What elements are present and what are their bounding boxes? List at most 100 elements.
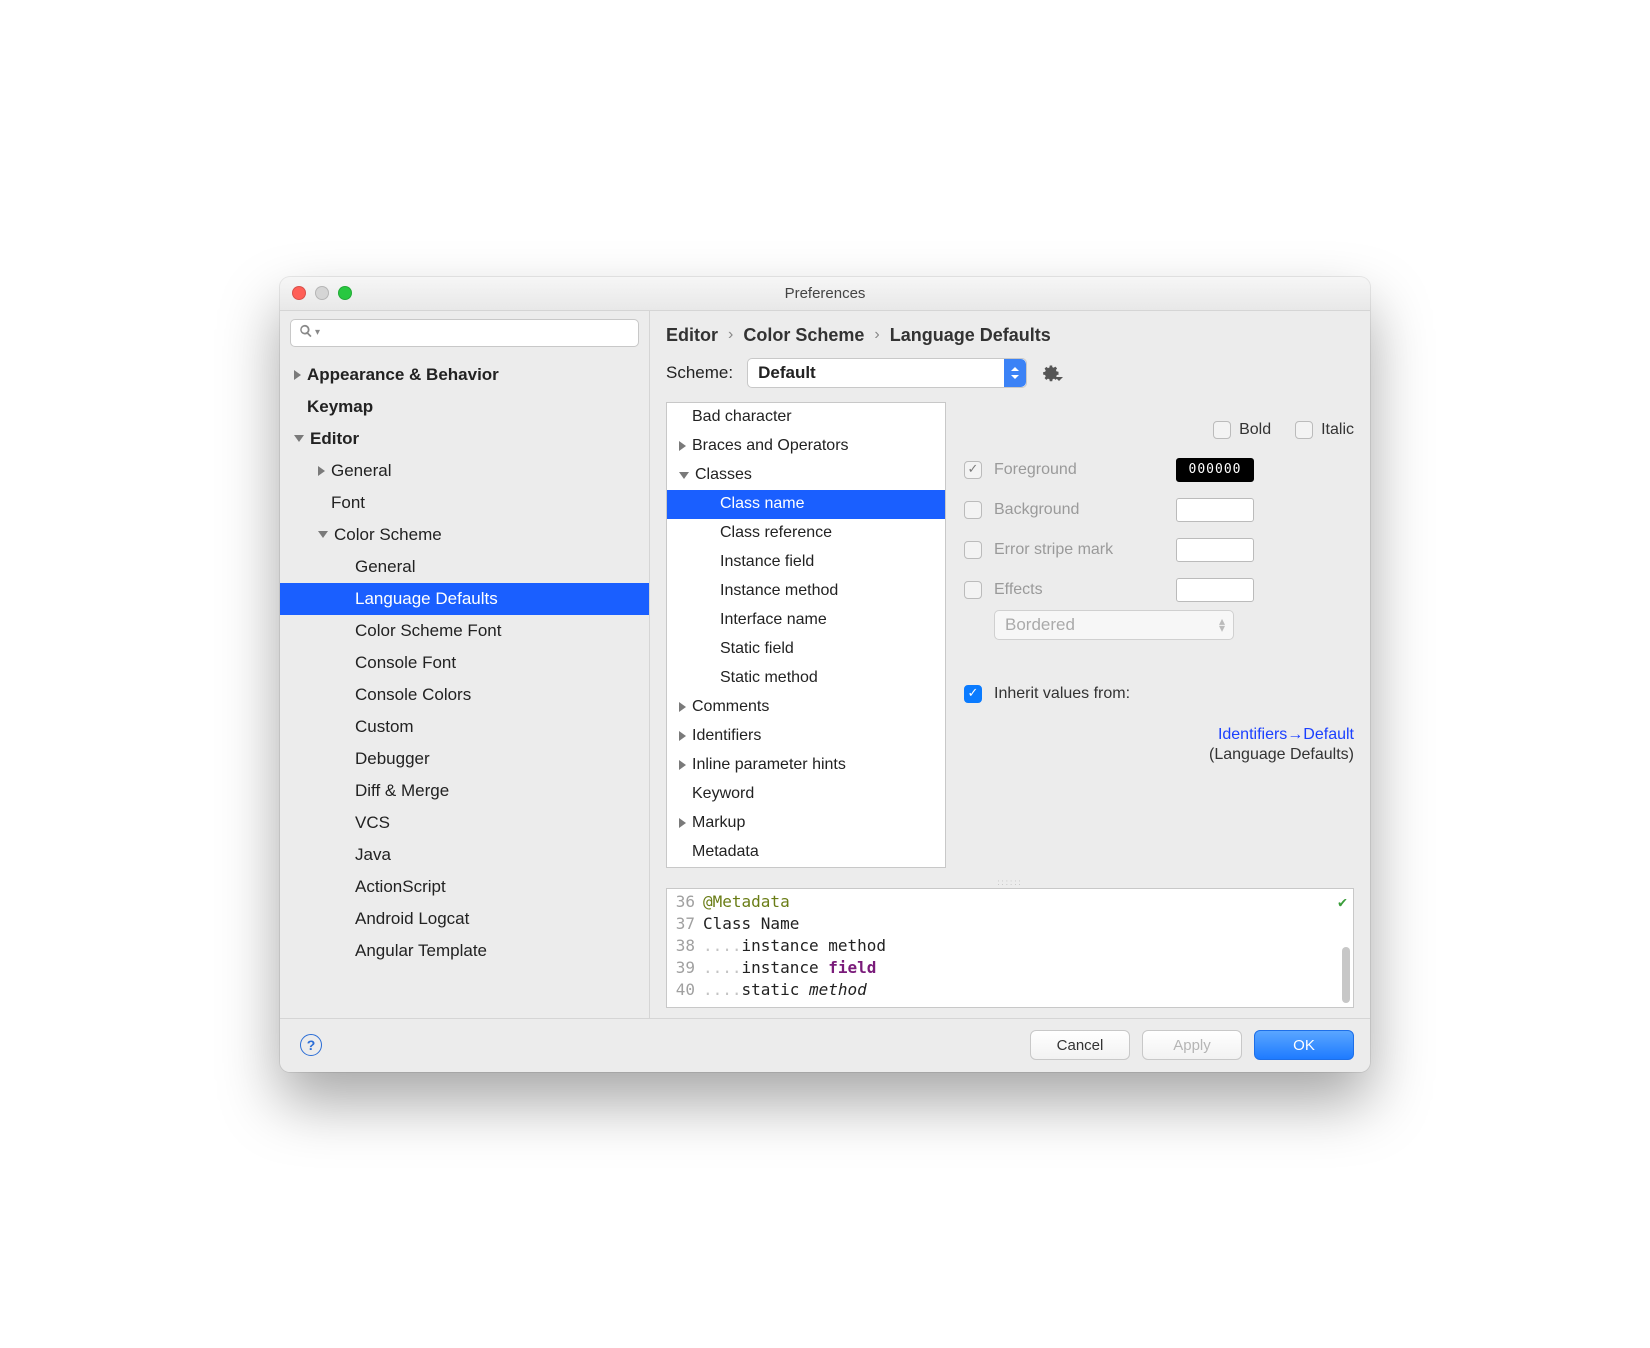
sidebar-item[interactable]: Color Scheme	[280, 519, 649, 551]
sidebar-item-label: Debugger	[355, 749, 430, 769]
disclosure-triangle-icon[interactable]	[294, 370, 301, 380]
disclosure-triangle-icon[interactable]	[294, 435, 304, 442]
attribute-item[interactable]: Braces and Operators	[667, 432, 945, 461]
sidebar-item[interactable]: Editor	[280, 423, 649, 455]
sidebar-item[interactable]: VCS	[280, 807, 649, 839]
sidebar-item[interactable]: Console Colors	[280, 679, 649, 711]
effects-label: Effects	[994, 581, 1164, 599]
search-field[interactable]	[324, 324, 630, 342]
foreground-checkbox[interactable]	[964, 461, 982, 479]
chevron-down-icon[interactable]: ▾	[315, 327, 320, 338]
disclosure-triangle-icon[interactable]	[679, 760, 686, 770]
attribute-item[interactable]: Instance method	[667, 577, 945, 606]
search-input[interactable]: ▾	[290, 319, 639, 347]
background-label: Background	[994, 501, 1164, 519]
bold-checkbox[interactable]	[1213, 421, 1231, 439]
sidebar-item-label: Java	[355, 845, 391, 865]
attribute-item[interactable]: Markup	[667, 809, 945, 838]
attribute-item-label: Static method	[720, 669, 818, 687]
sidebar-item[interactable]: Debugger	[280, 743, 649, 775]
attribute-item[interactable]: Class reference	[667, 519, 945, 548]
sidebar-item-label: Color Scheme Font	[355, 621, 501, 641]
scrollbar-thumb[interactable]	[1342, 947, 1350, 1003]
breadcrumb-part[interactable]: Color Scheme	[743, 325, 864, 346]
inherit-checkbox[interactable]	[964, 685, 982, 703]
chevron-down-icon	[1055, 377, 1063, 385]
sidebar-item[interactable]: Keymap	[280, 391, 649, 423]
background-checkbox[interactable]	[964, 501, 982, 519]
sidebar-item[interactable]: Angular Template	[280, 935, 649, 967]
inherit-sub: (Language Defaults)	[1209, 746, 1354, 763]
dropdown-stepper-icon[interactable]	[1004, 359, 1026, 387]
attribute-item[interactable]: Static method	[667, 664, 945, 693]
attribute-item[interactable]: Comments	[667, 693, 945, 722]
effects-checkbox[interactable]	[964, 581, 982, 599]
effects-type-select[interactable]: Bordered ▴▾	[994, 610, 1234, 640]
attribute-item[interactable]: Metadata	[667, 838, 945, 867]
inspection-ok-icon[interactable]: ✔	[1338, 893, 1347, 911]
disclosure-triangle-icon[interactable]	[679, 441, 686, 451]
disclosure-triangle-icon[interactable]	[679, 472, 689, 479]
sidebar-item[interactable]: Font	[280, 487, 649, 519]
scheme-label: Scheme:	[666, 363, 733, 383]
preview-editor[interactable]: 3637383940 @Metadata Class Name ....inst…	[666, 888, 1354, 1008]
italic-checkbox[interactable]	[1295, 421, 1313, 439]
sidebar-item[interactable]: Appearance & Behavior	[280, 359, 649, 391]
attribute-item-label: Static field	[720, 640, 794, 658]
disclosure-triangle-icon[interactable]	[679, 702, 686, 712]
sidebar-item[interactable]: Diff & Merge	[280, 775, 649, 807]
sidebar-item[interactable]: General	[280, 551, 649, 583]
attribute-tree[interactable]: Bad characterBraces and OperatorsClasses…	[666, 402, 946, 868]
zoom-icon[interactable]	[338, 286, 352, 300]
attribute-item[interactable]: Classes	[667, 461, 945, 490]
error-stripe-swatch[interactable]	[1176, 538, 1254, 562]
sidebar-item[interactable]: General	[280, 455, 649, 487]
foreground-swatch[interactable]: 000000	[1176, 458, 1254, 482]
preview-code: @Metadata Class Name ....instance method…	[701, 889, 886, 1007]
bold-label: Bold	[1239, 421, 1271, 439]
attribute-item[interactable]: Keyword	[667, 780, 945, 809]
attribute-item[interactable]: Bad character	[667, 403, 945, 432]
titlebar: Preferences	[280, 277, 1370, 311]
breadcrumb-part[interactable]: Editor	[666, 325, 718, 346]
disclosure-triangle-icon[interactable]	[318, 466, 325, 476]
settings-tree[interactable]: Appearance & BehaviorKeymapEditorGeneral…	[280, 355, 649, 1018]
splitter-handle[interactable]: ::::::	[650, 878, 1370, 888]
effects-type-selected: Bordered	[1005, 615, 1075, 635]
inherit-link[interactable]: Identifiers→Default	[1218, 726, 1354, 743]
effects-swatch[interactable]	[1176, 578, 1254, 602]
attribute-item[interactable]: Static field	[667, 635, 945, 664]
sidebar-item[interactable]: Language Defaults	[280, 583, 649, 615]
sidebar-item[interactable]: Java	[280, 839, 649, 871]
attribute-item-label: Inline parameter hints	[692, 756, 846, 774]
apply-button[interactable]: Apply	[1142, 1030, 1242, 1060]
disclosure-triangle-icon[interactable]	[318, 531, 328, 538]
window-title: Preferences	[785, 285, 866, 302]
attribute-item[interactable]: Class name	[667, 490, 945, 519]
cancel-button[interactable]: Cancel	[1030, 1030, 1130, 1060]
line-number: 37	[667, 913, 695, 935]
ok-button[interactable]: OK	[1254, 1030, 1354, 1060]
sidebar-item[interactable]: ActionScript	[280, 871, 649, 903]
error-stripe-checkbox[interactable]	[964, 541, 982, 559]
attribute-item[interactable]: Identifiers	[667, 722, 945, 751]
scheme-actions-button[interactable]	[1041, 363, 1061, 383]
sidebar-item-label: Language Defaults	[355, 589, 498, 609]
help-button[interactable]: ?	[300, 1034, 322, 1056]
scheme-select[interactable]: Default	[747, 358, 1027, 388]
attribute-item[interactable]: Inline parameter hints	[667, 751, 945, 780]
sidebar-item[interactable]: Console Font	[280, 647, 649, 679]
close-icon[interactable]	[292, 286, 306, 300]
gutter: 3637383940	[667, 889, 701, 1007]
disclosure-triangle-icon[interactable]	[679, 731, 686, 741]
attribute-item[interactable]: Instance field	[667, 548, 945, 577]
sidebar-item[interactable]: Custom	[280, 711, 649, 743]
attribute-item[interactable]: Interface name	[667, 606, 945, 635]
sidebar-item-label: Custom	[355, 717, 414, 737]
disclosure-triangle-icon[interactable]	[679, 818, 686, 828]
attribute-item-label: Class name	[720, 495, 804, 513]
sidebar-item[interactable]: Android Logcat	[280, 903, 649, 935]
background-swatch[interactable]	[1176, 498, 1254, 522]
dialog-footer: ? Cancel Apply OK	[280, 1018, 1370, 1072]
sidebar-item[interactable]: Color Scheme Font	[280, 615, 649, 647]
